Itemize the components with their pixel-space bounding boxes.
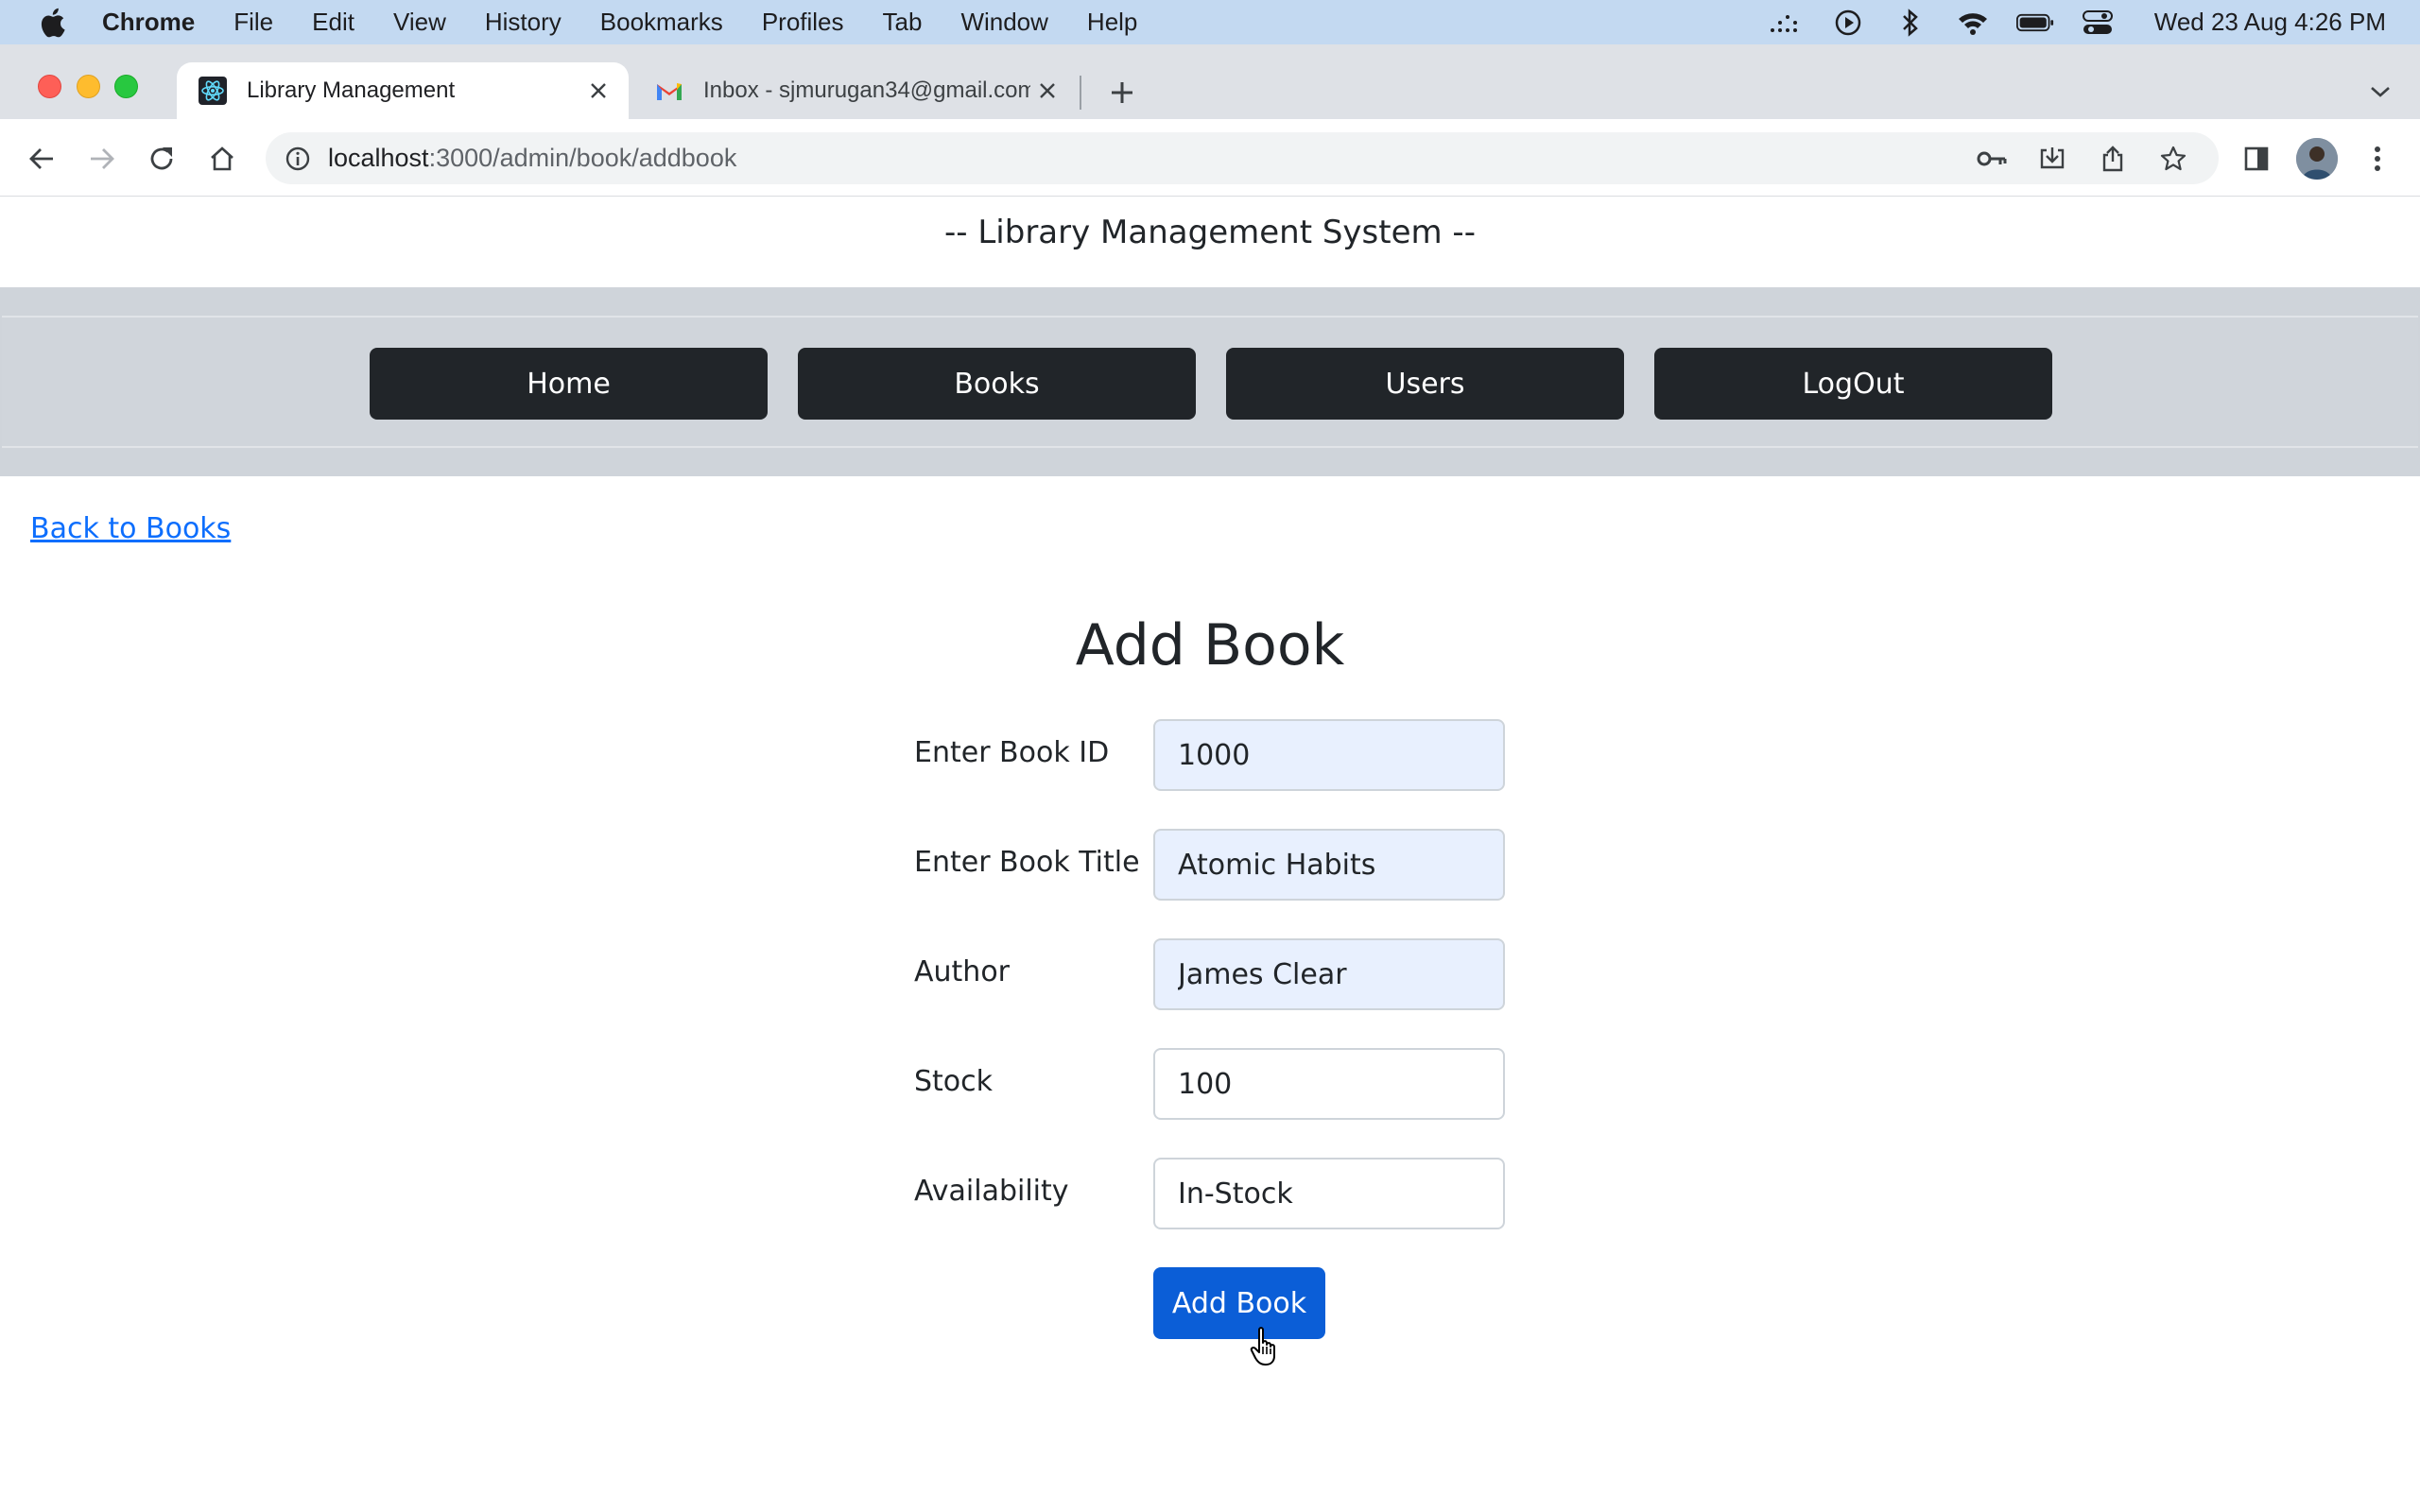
- tab-search-chevron-down-icon[interactable]: [2363, 75, 2397, 109]
- menubar-status-area: Wed 23 Aug 4:26 PM: [1742, 0, 2386, 44]
- menu-file[interactable]: File: [233, 8, 273, 37]
- menu-app-chrome[interactable]: Chrome: [102, 8, 195, 37]
- react-icon: [198, 76, 228, 106]
- gmail-icon: [654, 76, 684, 106]
- availability-input[interactable]: [1153, 1158, 1505, 1229]
- book-id-input[interactable]: [1153, 719, 1505, 791]
- nav-home-button[interactable]: Home: [370, 348, 768, 420]
- url-host: localhost: [328, 144, 429, 172]
- forward-arrow-icon[interactable]: [83, 140, 121, 178]
- hand-pointer-cursor-icon: [1250, 1326, 1282, 1367]
- control-center-icon[interactable]: [2079, 9, 2117, 37]
- menu-tab[interactable]: Tab: [883, 8, 923, 37]
- window-zoom-button[interactable]: [114, 75, 138, 98]
- menu-bookmarks[interactable]: Bookmarks: [600, 8, 723, 37]
- stock-label: Stock: [914, 1065, 994, 1098]
- back-to-books-link[interactable]: Back to Books: [30, 512, 231, 545]
- form-title: Add Book: [1075, 612, 1345, 679]
- apple-logo-icon[interactable]: [36, 7, 68, 39]
- play-circle-icon[interactable]: [1829, 9, 1867, 37]
- omnibox-actions: [1948, 142, 2190, 176]
- book-title-input[interactable]: [1153, 829, 1505, 901]
- tab-library-management[interactable]: Library Management: [177, 62, 629, 119]
- availability-label: Availability: [914, 1175, 1069, 1208]
- browser-toolbar: localhost:3000/admin/book/addbook: [0, 119, 2420, 197]
- share-icon[interactable]: [2096, 142, 2130, 176]
- dotted-menu-icon[interactable]: [1767, 9, 1805, 37]
- page-content: -- Library Management System -- Home Boo…: [0, 197, 2420, 1512]
- site-info-icon[interactable]: [281, 142, 315, 176]
- window-minimize-button[interactable]: [77, 75, 100, 98]
- battery-icon[interactable]: [2015, 9, 2054, 37]
- browser-tab-strip: Library Management Inbox - sjmurugan34@g…: [0, 44, 2420, 119]
- menu-window[interactable]: Window: [960, 8, 1047, 37]
- new-tab-plus-icon[interactable]: [1102, 73, 1142, 112]
- reload-icon[interactable]: [143, 140, 181, 178]
- nav-users-button[interactable]: Users: [1226, 348, 1624, 420]
- menu-profiles[interactable]: Profiles: [762, 8, 844, 37]
- bluetooth-icon[interactable]: [1892, 8, 1929, 37]
- tab-inbox-gmail[interactable]: Inbox - sjmurugan34@gmail.com: [633, 62, 1078, 119]
- side-panel-icon[interactable]: [2236, 138, 2277, 180]
- install-app-icon[interactable]: [2035, 142, 2069, 176]
- url-text: localhost:3000/admin/book/addbook: [328, 144, 736, 173]
- tab-title: Inbox - sjmurugan34@gmail.com: [703, 77, 1030, 103]
- wifi-icon[interactable]: [1954, 9, 1992, 37]
- site-title: -- Library Management System --: [944, 214, 1476, 251]
- window-close-button[interactable]: [38, 75, 61, 98]
- address-bar[interactable]: localhost:3000/admin/book/addbook: [266, 132, 2219, 184]
- nav-books-button[interactable]: Books: [798, 348, 1196, 420]
- nav-logout-button[interactable]: LogOut: [1654, 348, 2052, 420]
- more-vert-icon[interactable]: [2357, 138, 2398, 180]
- add-book-button[interactable]: Add Book: [1153, 1267, 1325, 1339]
- nav-band: Home Books Users LogOut: [0, 287, 2420, 476]
- tab-close-icon[interactable]: [1030, 74, 1064, 108]
- book-id-label: Enter Book ID: [914, 736, 1110, 769]
- macos-menu-bar: Chrome File Edit View History Bookmarks …: [0, 0, 2420, 44]
- author-input[interactable]: [1153, 938, 1505, 1010]
- home-icon[interactable]: [203, 140, 241, 178]
- tab-separator: [1080, 76, 1081, 110]
- menu-edit[interactable]: Edit: [312, 8, 354, 37]
- menu-view[interactable]: View: [393, 8, 446, 37]
- bookmark-star-icon[interactable]: [2156, 142, 2190, 176]
- menu-history[interactable]: History: [485, 8, 562, 37]
- tab-close-icon[interactable]: [581, 74, 615, 108]
- key-icon[interactable]: [1975, 142, 2009, 176]
- tab-title: Library Management: [247, 77, 456, 103]
- nav-bar: Home Books Users LogOut: [2, 316, 2418, 448]
- book-title-label: Enter Book Title: [914, 846, 1140, 879]
- back-arrow-icon[interactable]: [23, 140, 60, 178]
- profile-avatar[interactable]: [2296, 138, 2338, 180]
- url-path: :3000/admin/book/addbook: [428, 144, 737, 172]
- stock-input[interactable]: [1153, 1048, 1505, 1120]
- menubar-clock[interactable]: Wed 23 Aug 4:26 PM: [2154, 8, 2386, 37]
- menu-help[interactable]: Help: [1087, 8, 1137, 37]
- author-label: Author: [914, 955, 1011, 988]
